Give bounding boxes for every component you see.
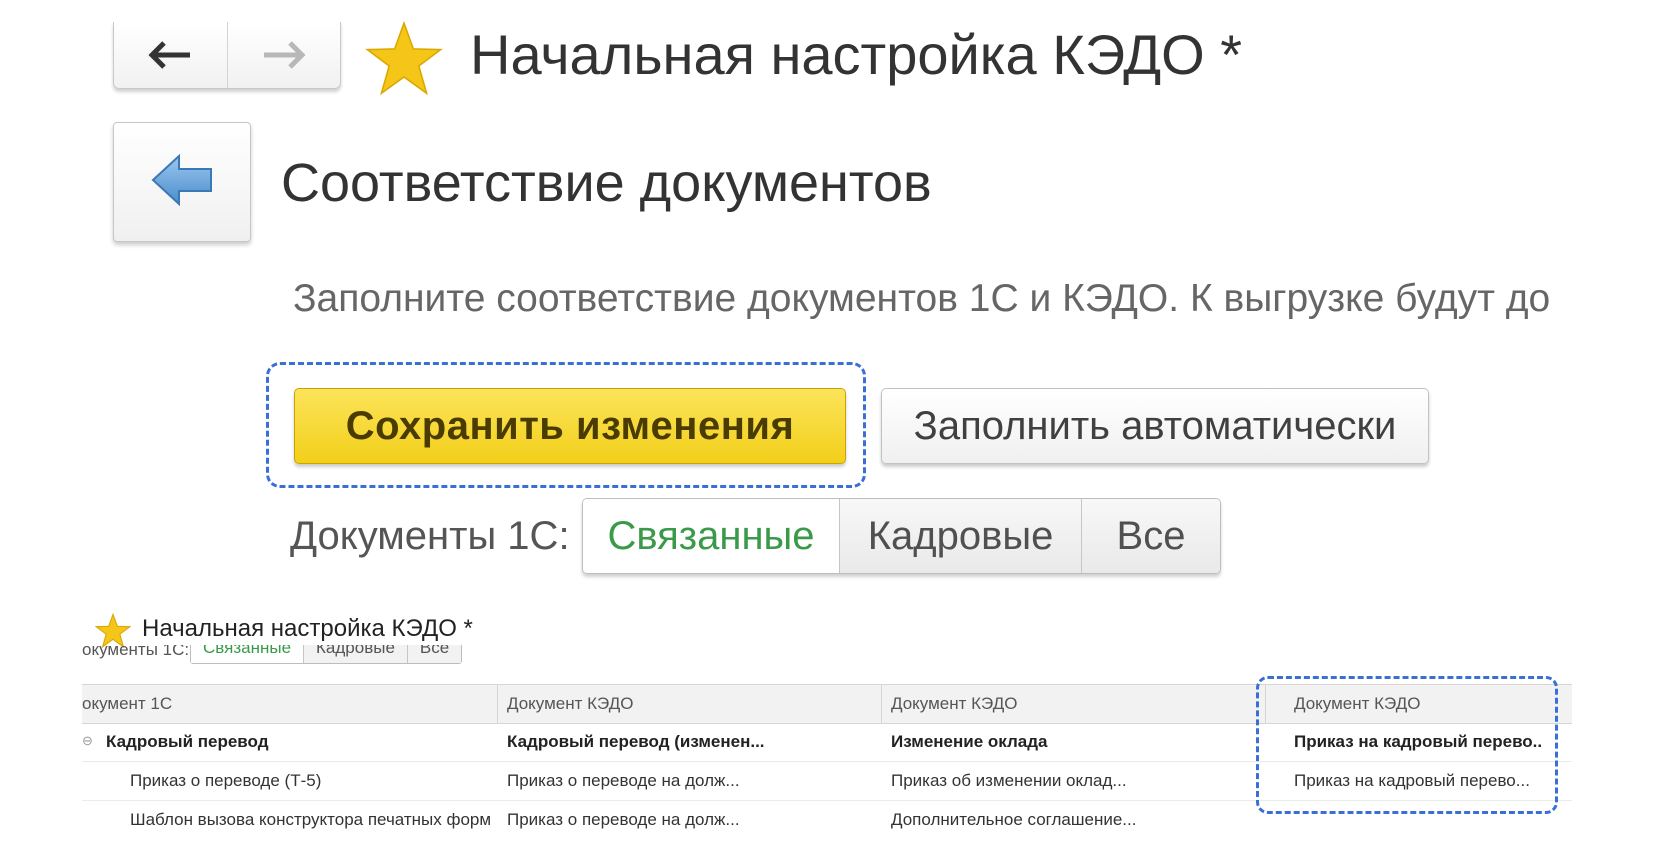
forward-button[interactable] bbox=[226, 22, 341, 88]
filter-all[interactable]: Все bbox=[1081, 499, 1220, 573]
section-title: Соответствие документов bbox=[281, 153, 932, 213]
table-cell: Кадровый перевод (изменен... bbox=[507, 732, 765, 751]
documents-filter-small: Связанные Кадровые Все bbox=[190, 645, 463, 664]
collapse-icon[interactable]: ⊖ bbox=[82, 723, 93, 761]
table-cell: Шаблон вызова конструктора печатных форм bbox=[130, 810, 492, 829]
table-cell: Приказ о переводе на долж... bbox=[507, 771, 740, 790]
arrow-right-icon bbox=[262, 40, 306, 70]
back-arrow-icon bbox=[151, 153, 213, 211]
star-icon[interactable] bbox=[94, 612, 132, 649]
table-cell: Дополнительное соглашение... bbox=[891, 810, 1137, 829]
filter-strip-small: окументы 1С: Связанные Кадровые Все bbox=[82, 645, 562, 667]
filter-linked[interactable]: Связанные bbox=[583, 499, 839, 573]
table-cell: Приказ о переводе (Т-5) bbox=[130, 771, 322, 790]
highlight-frame bbox=[1256, 676, 1558, 814]
auto-fill-button[interactable]: Заполнить автоматически bbox=[881, 388, 1429, 464]
table-cell: Приказ о переводе на долж... bbox=[507, 810, 740, 829]
window-title-small: Начальная настройка КЭДО * bbox=[142, 615, 473, 642]
filter-linked-small[interactable]: Связанные bbox=[191, 645, 304, 663]
save-changes-button[interactable]: Сохранить изменения bbox=[294, 388, 846, 464]
arrow-left-icon bbox=[148, 40, 192, 70]
filter-all-small[interactable]: Все bbox=[406, 645, 462, 663]
table-cell: Кадровый перевод bbox=[106, 732, 269, 751]
documents-filter-label: Документы 1С: bbox=[290, 514, 570, 558]
table-cell: Приказ об изменении оклад... bbox=[891, 771, 1127, 790]
documents-filter: Связанные Кадровые Все bbox=[582, 498, 1221, 574]
column-header[interactable]: Документ КЭДО bbox=[507, 685, 877, 723]
back-button[interactable] bbox=[114, 22, 227, 88]
column-header[interactable]: Документ КЭДО bbox=[891, 685, 1261, 723]
filter-hr[interactable]: Кадровые bbox=[839, 499, 1081, 573]
table-cell: Изменение оклада bbox=[891, 732, 1048, 751]
star-icon[interactable] bbox=[365, 20, 443, 98]
window-title: Начальная настройка КЭДО * bbox=[470, 23, 1243, 86]
section-back-button[interactable] bbox=[113, 122, 251, 242]
column-header[interactable]: окумент 1С bbox=[82, 685, 482, 723]
filter-hr-small[interactable]: Кадровые bbox=[303, 645, 407, 663]
hint-text: Заполните соответствие документов 1С и К… bbox=[293, 277, 1551, 320]
documents-filter-label-small: окументы 1С: bbox=[82, 645, 190, 659]
history-nav-group bbox=[113, 22, 341, 89]
